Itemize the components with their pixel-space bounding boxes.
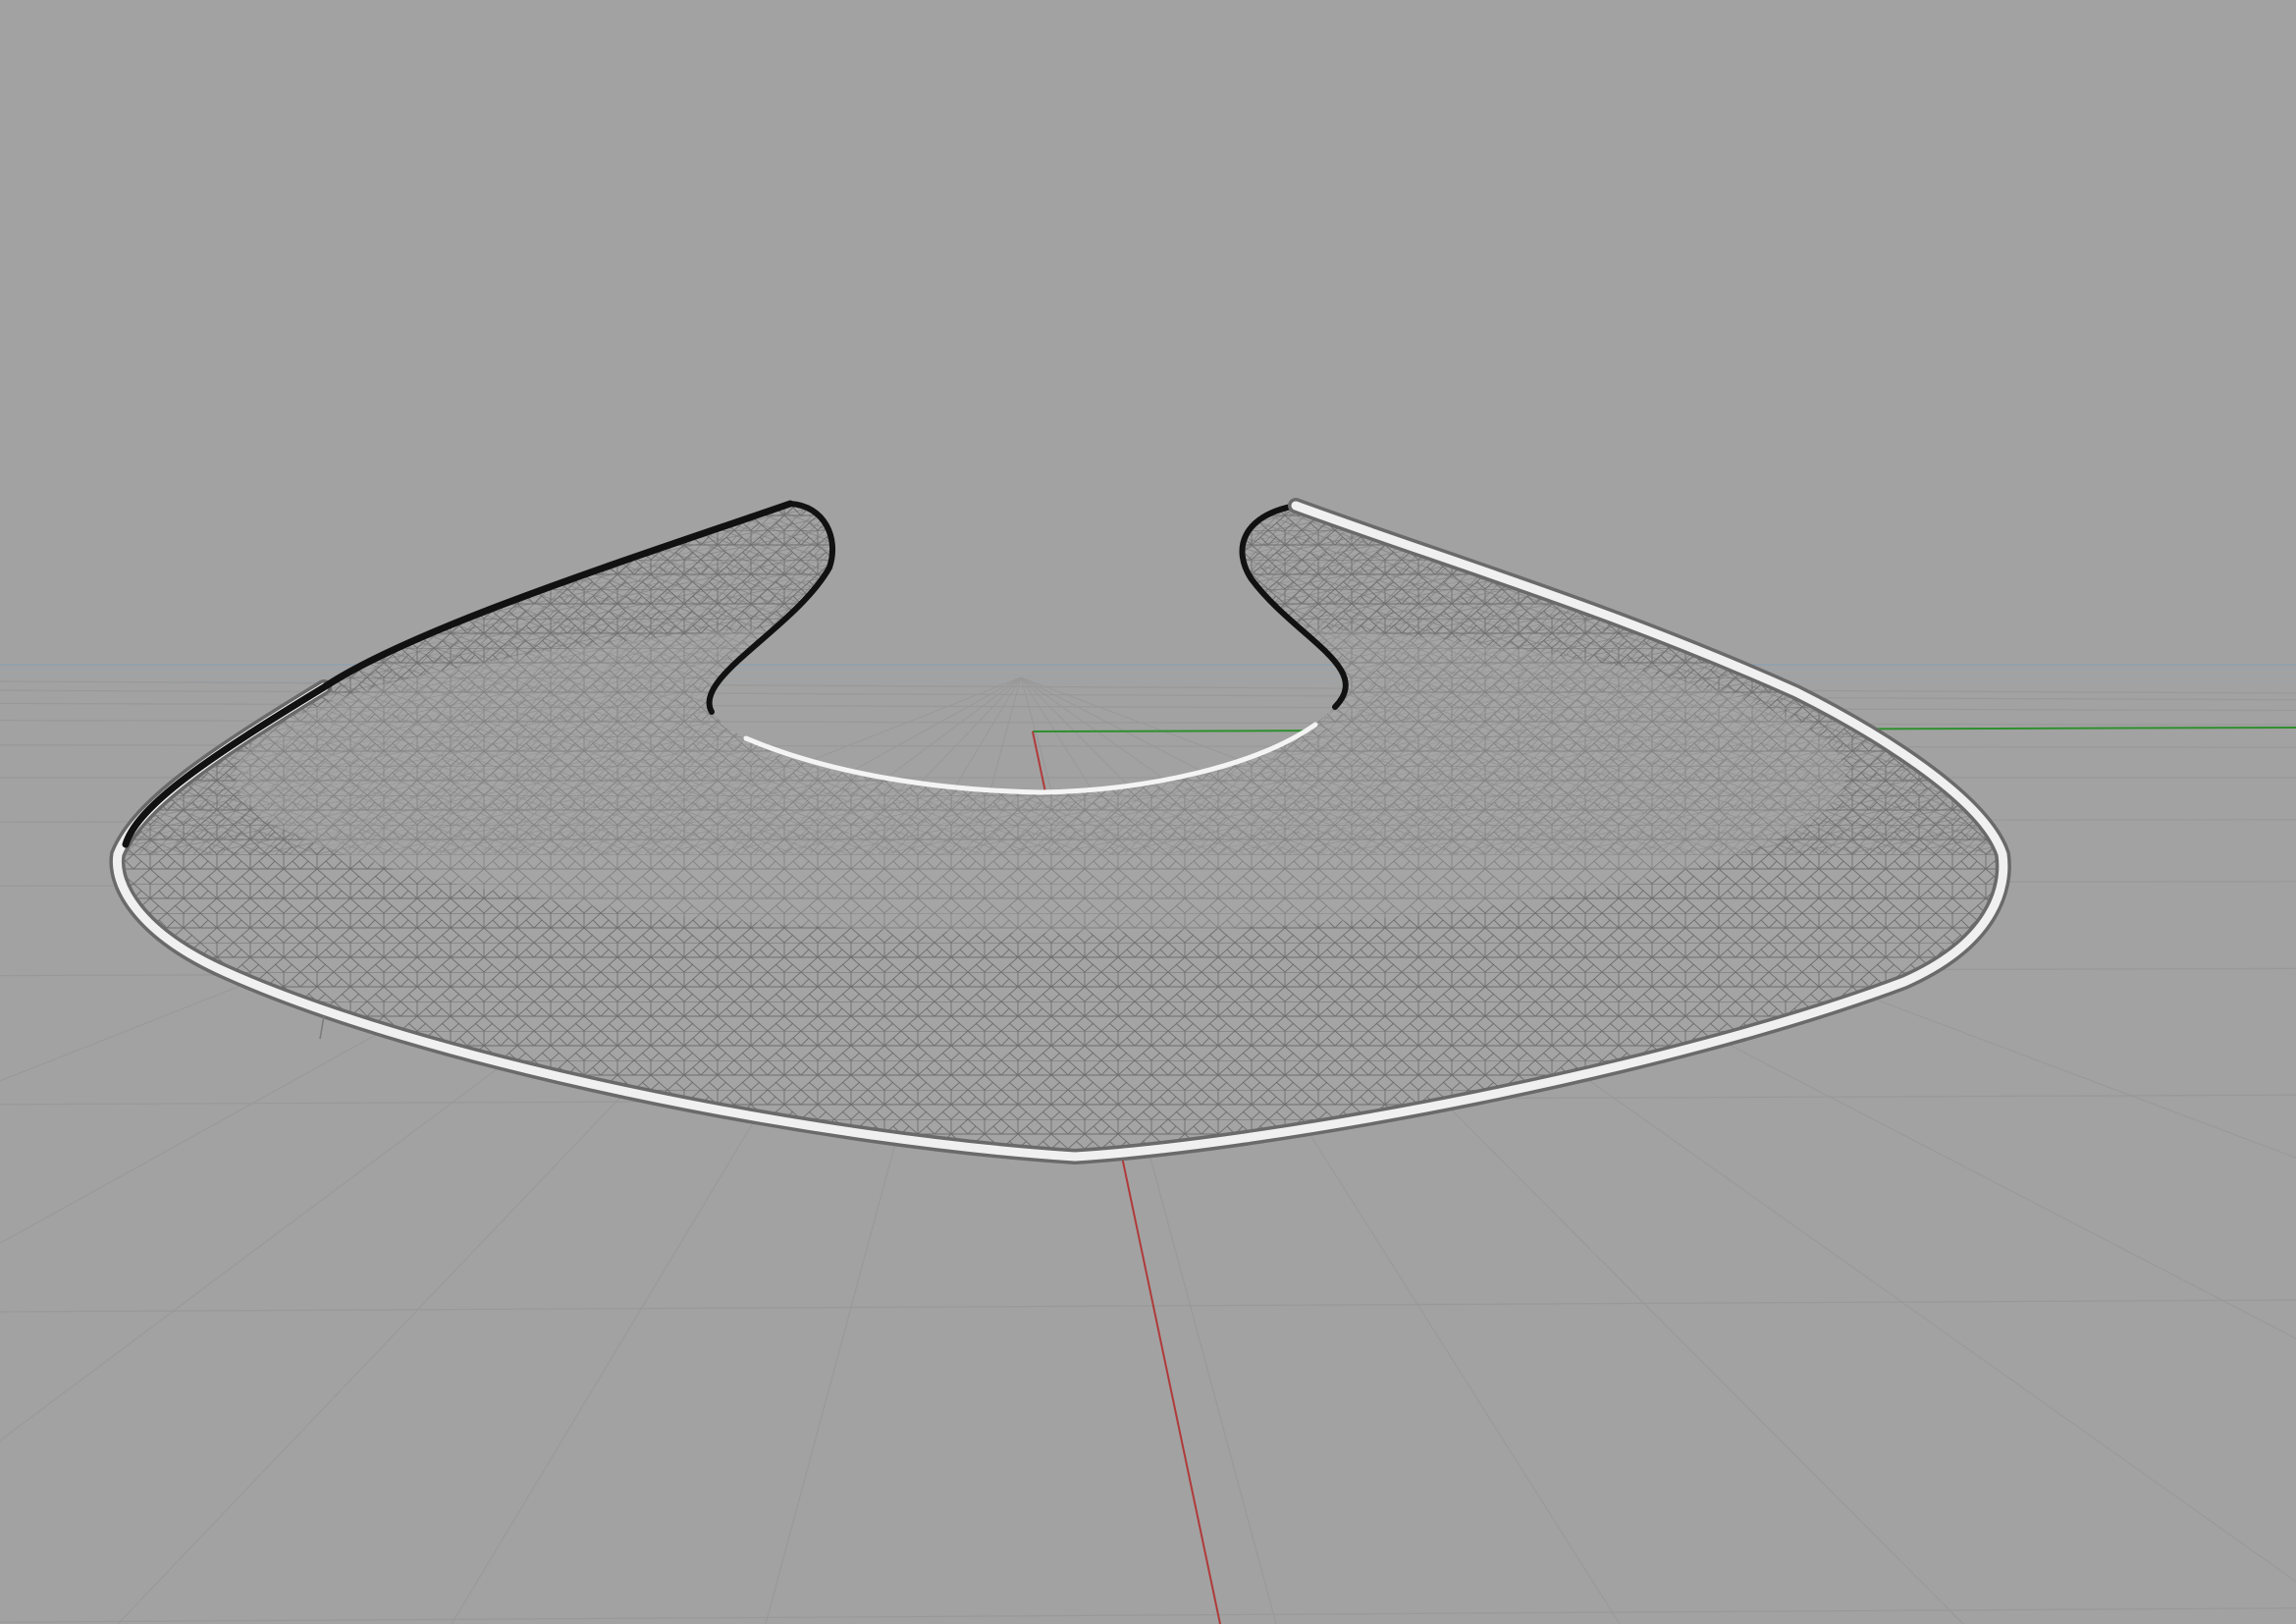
3d-viewport[interactable] — [0, 0, 2296, 1624]
viewport-canvas[interactable] — [0, 0, 2296, 1624]
